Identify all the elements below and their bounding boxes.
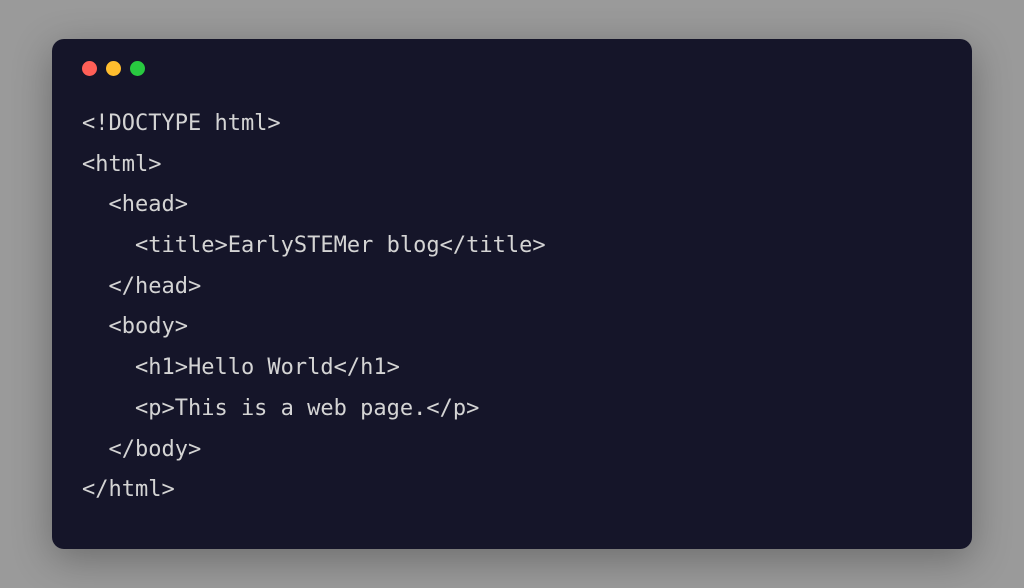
code-content[interactable]: <!DOCTYPE html><html> <head> <title>Earl… <box>82 104 942 511</box>
code-line: <head> <box>82 185 942 226</box>
close-icon[interactable] <box>82 61 97 76</box>
code-line: </html> <box>82 470 942 511</box>
window-controls <box>82 61 942 76</box>
minimize-icon[interactable] <box>106 61 121 76</box>
code-line: <h1>Hello World</h1> <box>82 348 942 389</box>
code-line: <title>EarlySTEMer blog</title> <box>82 226 942 267</box>
code-line: </head> <box>82 267 942 308</box>
code-editor-window: <!DOCTYPE html><html> <head> <title>Earl… <box>52 39 972 549</box>
code-line: <html> <box>82 145 942 186</box>
code-line: <body> <box>82 307 942 348</box>
code-line: </body> <box>82 430 942 471</box>
code-line: <!DOCTYPE html> <box>82 104 942 145</box>
code-line: <p>This is a web page.</p> <box>82 389 942 430</box>
maximize-icon[interactable] <box>130 61 145 76</box>
